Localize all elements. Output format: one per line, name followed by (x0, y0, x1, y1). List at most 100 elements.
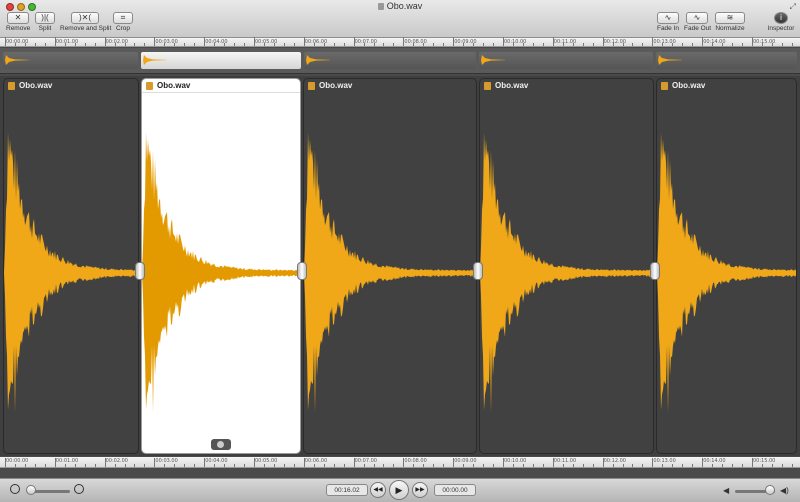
clip-boundary-handle[interactable] (297, 262, 307, 280)
inspector-tool[interactable]: i Inspector (766, 12, 796, 32)
audio-clip[interactable]: Obo.wav (656, 78, 797, 454)
audio-clip[interactable]: Obo.wav (303, 78, 477, 454)
overview-segment-selected[interactable] (141, 52, 301, 69)
clip-waveform (304, 132, 476, 414)
audio-file-icon (661, 82, 668, 90)
ruler-tick (632, 43, 634, 46)
volume-slider-knob[interactable] (765, 485, 775, 495)
ruler-tick (74, 464, 76, 467)
ruler-tick (164, 464, 166, 467)
ruler-label: 00:07.00 (354, 39, 377, 45)
ruler-tick (194, 464, 196, 467)
ruler-label: 00:02.00 (105, 39, 128, 45)
overview-segment[interactable] (479, 52, 653, 69)
zoom-slider-knob[interactable] (26, 485, 36, 495)
ruler-tick (572, 464, 574, 467)
ruler-tick (343, 464, 345, 467)
fast-forward-icon[interactable]: ▶▶ (412, 482, 428, 498)
clip-boundary-handle[interactable] (473, 262, 483, 280)
ruler-tick (244, 464, 246, 467)
ruler-tick (722, 464, 724, 467)
ruler-tick (413, 464, 415, 467)
timeline-ruler-bottom[interactable]: 00:00.00 00:01.00 00:02.00 00:03.00 00:04.00… (0, 457, 800, 468)
overview-segment[interactable] (304, 52, 476, 69)
ruler-label: 00:12.00 (603, 458, 626, 464)
overview-waveform-shape (5, 55, 29, 65)
ruler-tick (184, 464, 186, 467)
ruler-tick (174, 464, 176, 467)
clip-waveform (142, 132, 300, 414)
clip-options-button[interactable] (211, 439, 231, 450)
crop-icon[interactable]: ⌗ (113, 12, 133, 24)
position-display: 00:00.00 (434, 484, 476, 496)
duration-display: 00:16.02 (326, 484, 368, 496)
ruler-label: 00:04.00 (205, 458, 228, 464)
zoom-slider[interactable] (30, 490, 70, 493)
crop-tool[interactable]: ⌗ Crop (112, 12, 134, 32)
ruler-tick (742, 464, 744, 467)
app-window: Obo.wav ⤢ ✕ Remove )|( Split )✕( Remove … (0, 0, 800, 502)
ruler-tick (622, 464, 624, 467)
ruler-tick (373, 464, 375, 467)
ruler-tick (612, 464, 614, 467)
overview-waveform (143, 55, 167, 65)
ruler-tick (363, 464, 365, 467)
ruler-tick (263, 464, 265, 467)
ruler-tick (512, 464, 514, 467)
ruler-tick (791, 464, 793, 467)
split-tool[interactable]: )|( Split (34, 12, 56, 32)
audio-clip[interactable]: Obo.wav (479, 78, 654, 454)
ruler-tick (234, 43, 236, 46)
ruler-tick (423, 464, 425, 467)
document-icon (377, 3, 384, 10)
clip-boundary-handle[interactable] (135, 262, 145, 280)
inspector-icon[interactable]: i (774, 12, 788, 24)
zoom-out-icon[interactable] (10, 484, 20, 494)
audio-file-icon (308, 82, 315, 90)
clip-header: Obo.wav (4, 79, 138, 93)
ruler-tick (433, 464, 435, 467)
overview-segment[interactable] (656, 52, 797, 69)
ruler-label: 00:01.00 (55, 39, 79, 45)
overview-strip[interactable] (0, 48, 800, 74)
ruler-tick (542, 464, 544, 467)
ruler-tick (463, 464, 465, 467)
crop-label: Crop (115, 25, 131, 32)
ruler-label: 00:09.00 (454, 458, 477, 464)
ruler-label: 00:14.00 (703, 458, 726, 464)
ruler-tick (771, 464, 773, 467)
split-icon[interactable]: )|( (35, 12, 55, 24)
normalize-label: Normalize (715, 25, 745, 32)
clip-boundary-handle[interactable] (650, 262, 660, 280)
fade-out-tool[interactable]: ∿ Fade Out (684, 12, 711, 32)
overview-segment[interactable] (3, 52, 138, 69)
ruler-label: 00:09.00 (454, 39, 477, 45)
ruler-tick (742, 43, 744, 46)
ruler-tick (244, 43, 246, 46)
rewind-icon[interactable]: ◀◀ (370, 482, 386, 498)
ruler-tick (224, 464, 226, 467)
audio-clip[interactable]: Obo.wav (3, 78, 139, 454)
fullscreen-icon[interactable]: ⤢ (790, 2, 796, 12)
ruler-tick (493, 43, 495, 46)
ruler-tick (732, 43, 734, 46)
fade-out-icon[interactable]: ∿ (686, 12, 708, 24)
ruler-tick (542, 43, 544, 46)
ruler-tick (144, 43, 146, 46)
normalize-tool[interactable]: ≋ Normalize (713, 12, 747, 32)
ruler-label: 00:10.00 (504, 458, 527, 464)
timeline-ruler-top[interactable]: 00:00.00 00:01.00 00:02.00 00:03.00 00:04.00… (0, 37, 800, 47)
zoom-in-icon[interactable] (74, 484, 84, 494)
remove-and-split-tool[interactable]: )✕( Remove and Split (60, 12, 111, 32)
ruler-label: 00:00.00 (6, 39, 29, 45)
remove-tool[interactable]: ✕ Remove (6, 12, 30, 32)
audio-clip-selected[interactable]: Obo.wav (141, 78, 301, 454)
fade-in-icon[interactable]: ∿ (657, 12, 679, 24)
remove-split-icon[interactable]: )✕( (71, 12, 99, 24)
ruler-label: 00:03.00 (155, 39, 178, 45)
ruler-label: 00:07.00 (354, 458, 377, 464)
remove-icon[interactable]: ✕ (7, 12, 29, 24)
fade-in-tool[interactable]: ∿ Fade In (656, 12, 680, 32)
normalize-icon[interactable]: ≋ (715, 12, 745, 24)
play-icon[interactable]: ▶ (389, 480, 409, 500)
